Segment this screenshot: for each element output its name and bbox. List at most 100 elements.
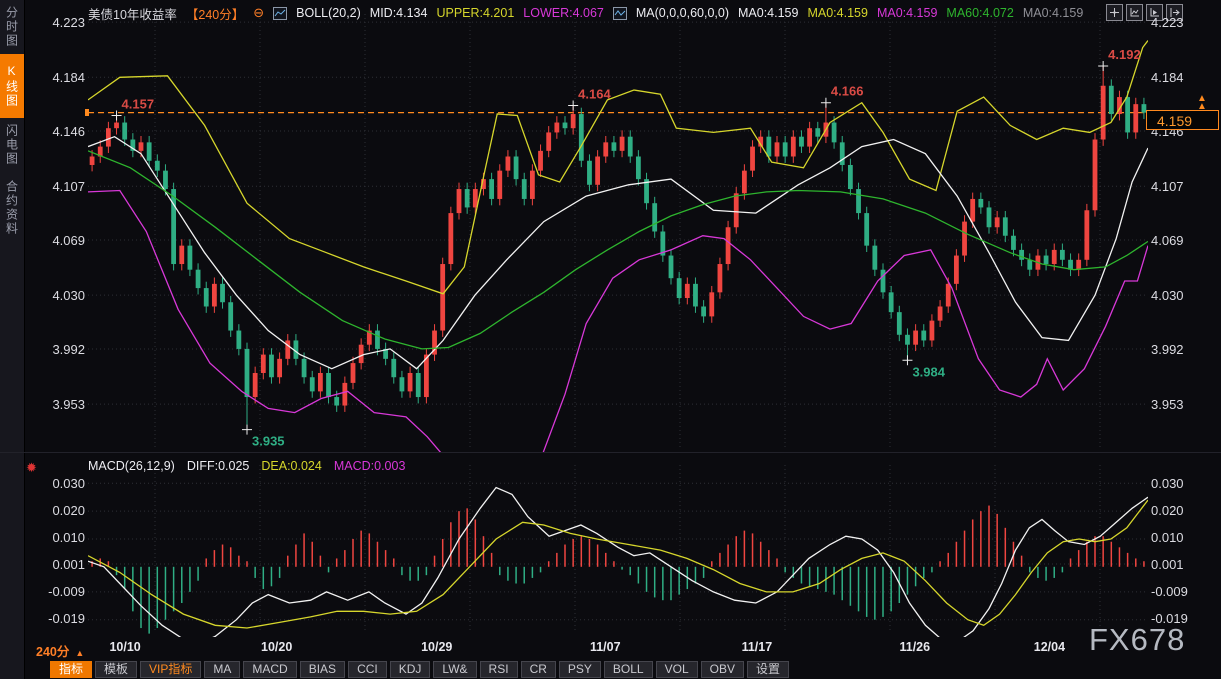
toolbar-tab-VIP指标[interactable]: VIP指标 [140,661,201,678]
panel-divider [0,452,1221,453]
candle-body [147,142,152,160]
toolbar-tab-RSI[interactable]: RSI [480,661,518,678]
x-axis-label: 11/17 [742,640,773,654]
candle-body [897,312,902,335]
candle-body [179,246,184,264]
marker-cross [821,98,831,108]
candle-body [930,321,935,341]
indicator-settings-icon[interactable]: ✹ [26,460,37,476]
macd-axis-label: 0.030 [52,476,85,491]
indicator-toolbar: 指标模板VIP指标MAMACDBIASCCIKDJLW&RSICRPSYBOLL… [50,660,789,679]
sidebar-tab-2[interactable]: K线图 [0,54,24,118]
toolbar-tab-MA[interactable]: MA [204,661,240,678]
candle-body [913,331,918,345]
macd-header: MACD(26,12,9) DIFF:0.025 DEA:0.024 MACD:… [88,459,405,473]
y-axis-label: 4.030 [52,288,85,303]
macd-axis-label: 0.020 [52,503,85,518]
crosshair-icon[interactable] [1106,4,1123,21]
ma-value-3: MA0:4.159 [877,6,937,20]
chart-header: 美债10年收益率 【240分】 ⊖ BOLL(20,2) MID:4.134 U… [88,5,1083,21]
toolbar-tab-设置[interactable]: 设置 [747,661,789,678]
candle-body [807,128,812,146]
toolbar-tab-KDJ[interactable]: KDJ [390,661,431,678]
toolbar-tab-BOLL[interactable]: BOLL [604,661,653,678]
candle-body [188,246,193,270]
candle-body [938,306,943,320]
x-axis-label: 10/10 [109,640,140,654]
boll-indicator-icon[interactable] [273,7,287,20]
ma-value-4: MA60:4.072 [946,6,1013,20]
candle-body [261,355,266,373]
candle-body [546,132,551,150]
candle-body [302,359,307,377]
candle-body [163,171,168,189]
y-axis-label: 4.184 [52,70,85,85]
watermark: FX678 [1089,622,1185,658]
candle-body [652,203,657,231]
candle-body [791,137,796,157]
zoom-out-icon[interactable]: ⊖ [253,7,264,19]
candle-body [465,189,470,207]
candle-body [1003,217,1008,235]
candle-body [318,373,323,391]
candle-body [628,137,633,157]
candle-body [497,171,502,199]
price-marker-label: 3.935 [252,434,285,449]
candle-body [848,165,853,189]
candle-body [220,284,225,302]
y-axis-label: 4.107 [1151,179,1184,194]
toolbar-tab-MACD[interactable]: MACD [243,661,296,678]
candle-body [228,302,233,330]
candle-body [400,377,405,391]
left-price-axis: 4.2234.1844.1464.1074.0694.0303.9923.953… [28,0,85,679]
candle-body [1093,140,1098,211]
price-marker-label: 4.164 [578,87,611,102]
candle-body [506,156,511,170]
toolbar-tab-CR[interactable]: CR [521,661,556,678]
candle-body [334,397,339,405]
price-marker-label: 4.157 [122,96,155,111]
candle-body [571,114,576,128]
candle-body [677,278,682,298]
toolbar-tab-BIAS[interactable]: BIAS [300,661,345,678]
measure-icon[interactable] [1126,4,1143,21]
candle-body [856,189,861,213]
candle-body [1101,86,1106,140]
toolbar-tab-CCI[interactable]: CCI [348,661,387,678]
candle-body [448,213,453,264]
macd-axis-label: 0.001 [1151,557,1184,572]
toolbar-tab-PSY[interactable]: PSY [559,661,601,678]
toolbar-tab-模板[interactable]: 模板 [95,661,137,678]
candle-body [408,373,413,391]
candle-body [1060,250,1065,260]
toolbar-tab-VOL[interactable]: VOL [656,661,698,678]
candle-body [587,161,592,185]
candle-body [693,284,698,307]
candle-body [701,306,706,316]
sidebar-tab-1[interactable]: 分时图 [0,4,24,50]
toolbar-tab-OBV[interactable]: OBV [701,661,744,678]
chart-period: 【240分】 [186,4,244,23]
toolbar-tab-LW&[interactable]: LW& [433,661,476,678]
x-axis: 10/1010/2010/2911/0711/1711/2612/04 [88,640,1148,656]
toolbar-tab-指标[interactable]: 指标 [50,661,92,678]
macd-axis-label: 0.010 [1151,530,1184,545]
app-window: 分时图K线图闪电图合约资料 4.1573.9354.1644.1663.9844… [0,0,1221,679]
ma-value-2: MA0:4.159 [807,6,867,20]
candle-body [489,179,494,199]
x-axis-label: 11/07 [590,640,621,654]
price-marker-label: 3.984 [912,364,945,379]
candle-body [277,359,282,377]
macd-axis-label: -0.019 [48,611,85,626]
chevron-up-icon: ▲ [75,648,84,658]
macd-chart-canvas[interactable] [88,455,1148,637]
sidebar-tab-4[interactable]: 合约资料 [0,176,24,240]
period-selector[interactable]: 240分▲ [36,641,84,660]
sidebar-tab-3[interactable]: 闪电图 [0,122,24,168]
macd-diff-value: DIFF:0.025 [187,459,250,473]
candle-body [326,373,331,397]
candle-body [139,142,144,150]
y-axis-label: 4.069 [1151,233,1184,248]
ma-indicator-icon[interactable] [613,7,627,20]
main-chart-canvas[interactable]: 4.1573.9354.1644.1663.9844.192 [88,0,1148,452]
